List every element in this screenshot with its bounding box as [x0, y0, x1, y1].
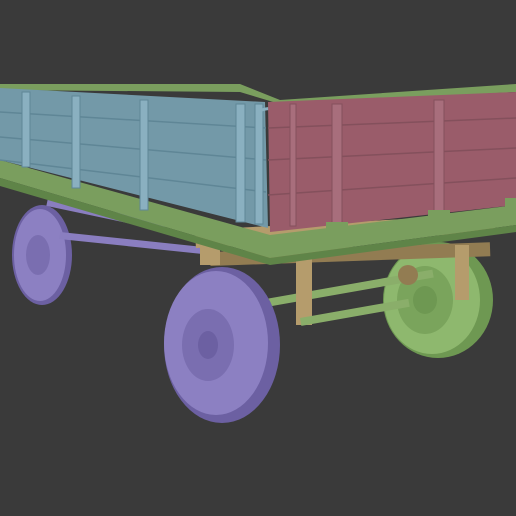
trailer-render [0, 0, 516, 516]
front-right-wheel [164, 267, 280, 423]
front-left-wheel [12, 205, 72, 305]
render-viewport [0, 0, 516, 516]
rear-right-wheel [383, 242, 493, 358]
